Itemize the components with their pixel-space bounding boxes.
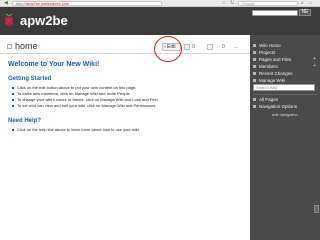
sidebar-item-recent-changes[interactable]: Recent Changes xyxy=(253,70,317,77)
more-button[interactable]: ... xyxy=(234,43,238,51)
pages-icon xyxy=(253,58,256,61)
sidebar-item-all-pages[interactable]: All Pages xyxy=(253,96,317,103)
history-icon[interactable] xyxy=(184,44,190,50)
scroll-handle[interactable] xyxy=(314,205,319,213)
sidebar-item-label: Recent Changes xyxy=(259,71,293,76)
address-bar[interactable]: http://apw2be.wikispaces.com xyxy=(12,1,162,6)
help-list: Click on the help link above to learn mo… xyxy=(12,127,140,133)
count-b: 0 xyxy=(222,44,225,50)
red-highlight-circle xyxy=(154,36,182,62)
header-button[interactable]: NE xyxy=(299,9,311,16)
sidebar-search-input[interactable]: Search Wiki xyxy=(253,84,315,91)
sidebar-item-label: Pages and Files xyxy=(259,57,292,62)
sidebar-item-label: Members xyxy=(259,64,278,69)
sidebar-item-wiki-home[interactable]: Wiki Home xyxy=(253,42,317,49)
home-icon xyxy=(253,44,256,47)
url-domain: apw2be.wikispaces.com xyxy=(26,1,70,6)
count-a: 0 xyxy=(192,44,195,50)
need-help-heading: Need Help? xyxy=(8,118,42,124)
sidebar-item-pages-and-files[interactable]: Pages and Files + xyxy=(253,56,317,63)
raspberry-logo-icon[interactable] xyxy=(3,12,15,27)
sidebar-item-label: All Pages xyxy=(259,97,279,102)
sidebar-item-label: Navigation Options xyxy=(259,104,298,109)
gear-icon xyxy=(253,79,256,82)
sidebar-item-label: Manage Wiki xyxy=(259,78,286,83)
page-icon xyxy=(253,98,256,101)
browser-toolbar: ◀ http://apw2be.wikispaces.com ☆ ↻ Googl… xyxy=(0,0,320,7)
search-icon[interactable]: ⌕ xyxy=(301,1,306,6)
edit-navigation-link[interactable]: edit navigation xyxy=(250,112,320,117)
navigation-icon xyxy=(253,105,256,108)
browser-search-input[interactable]: Google xyxy=(238,1,298,6)
sidebar-item-members[interactable]: Members + xyxy=(253,63,317,70)
reload-icon[interactable]: ↻ xyxy=(230,1,235,6)
sidebar-item-projects[interactable]: Projects xyxy=(253,49,317,56)
star-icon[interactable]: ☆ xyxy=(222,1,227,6)
list-item: Click on the help link above to learn mo… xyxy=(12,127,140,133)
site-title[interactable]: apw2be xyxy=(20,13,68,28)
getting-started-list: Click on the edit button above to put yo… xyxy=(12,85,159,109)
url-prefix: http:// xyxy=(16,1,27,6)
sidebar-item-navigation-options[interactable]: Navigation Options xyxy=(253,103,317,110)
discussion-icon[interactable] xyxy=(207,44,213,50)
members-icon xyxy=(253,65,256,68)
sidebar-item-label: Projects xyxy=(259,50,276,55)
home-icon[interactable]: ⌂ xyxy=(309,1,314,6)
page-title: home xyxy=(15,41,38,51)
page-icon xyxy=(7,44,12,49)
header-search-input[interactable] xyxy=(252,10,298,16)
page-title-bar: home ◐ Edit 0 0 ... xyxy=(0,36,250,62)
back-arrow-icon[interactable]: ◀ xyxy=(4,1,10,6)
sidebar-item-label: Wiki Home xyxy=(259,43,281,48)
main-content: home ◐ Edit 0 0 ... Welcome to Your New … xyxy=(0,35,250,240)
list-item: To set who can view and edit your wiki, … xyxy=(12,103,159,109)
projects-icon xyxy=(253,51,256,54)
plus-icon[interactable]: + xyxy=(313,63,316,70)
plus-icon[interactable]: + xyxy=(313,56,316,63)
getting-started-heading: Getting Started xyxy=(8,76,52,82)
sidebar-divider xyxy=(253,94,317,95)
welcome-heading: Welcome to Your New Wiki! xyxy=(8,61,100,68)
recent-changes-icon xyxy=(253,72,256,75)
sidebar: Wiki Home Projects Pages and Files + Mem… xyxy=(250,35,320,240)
site-header: apw2be NE xyxy=(0,7,320,35)
sidebar-item-manage-wiki[interactable]: Manage Wiki xyxy=(253,77,317,84)
